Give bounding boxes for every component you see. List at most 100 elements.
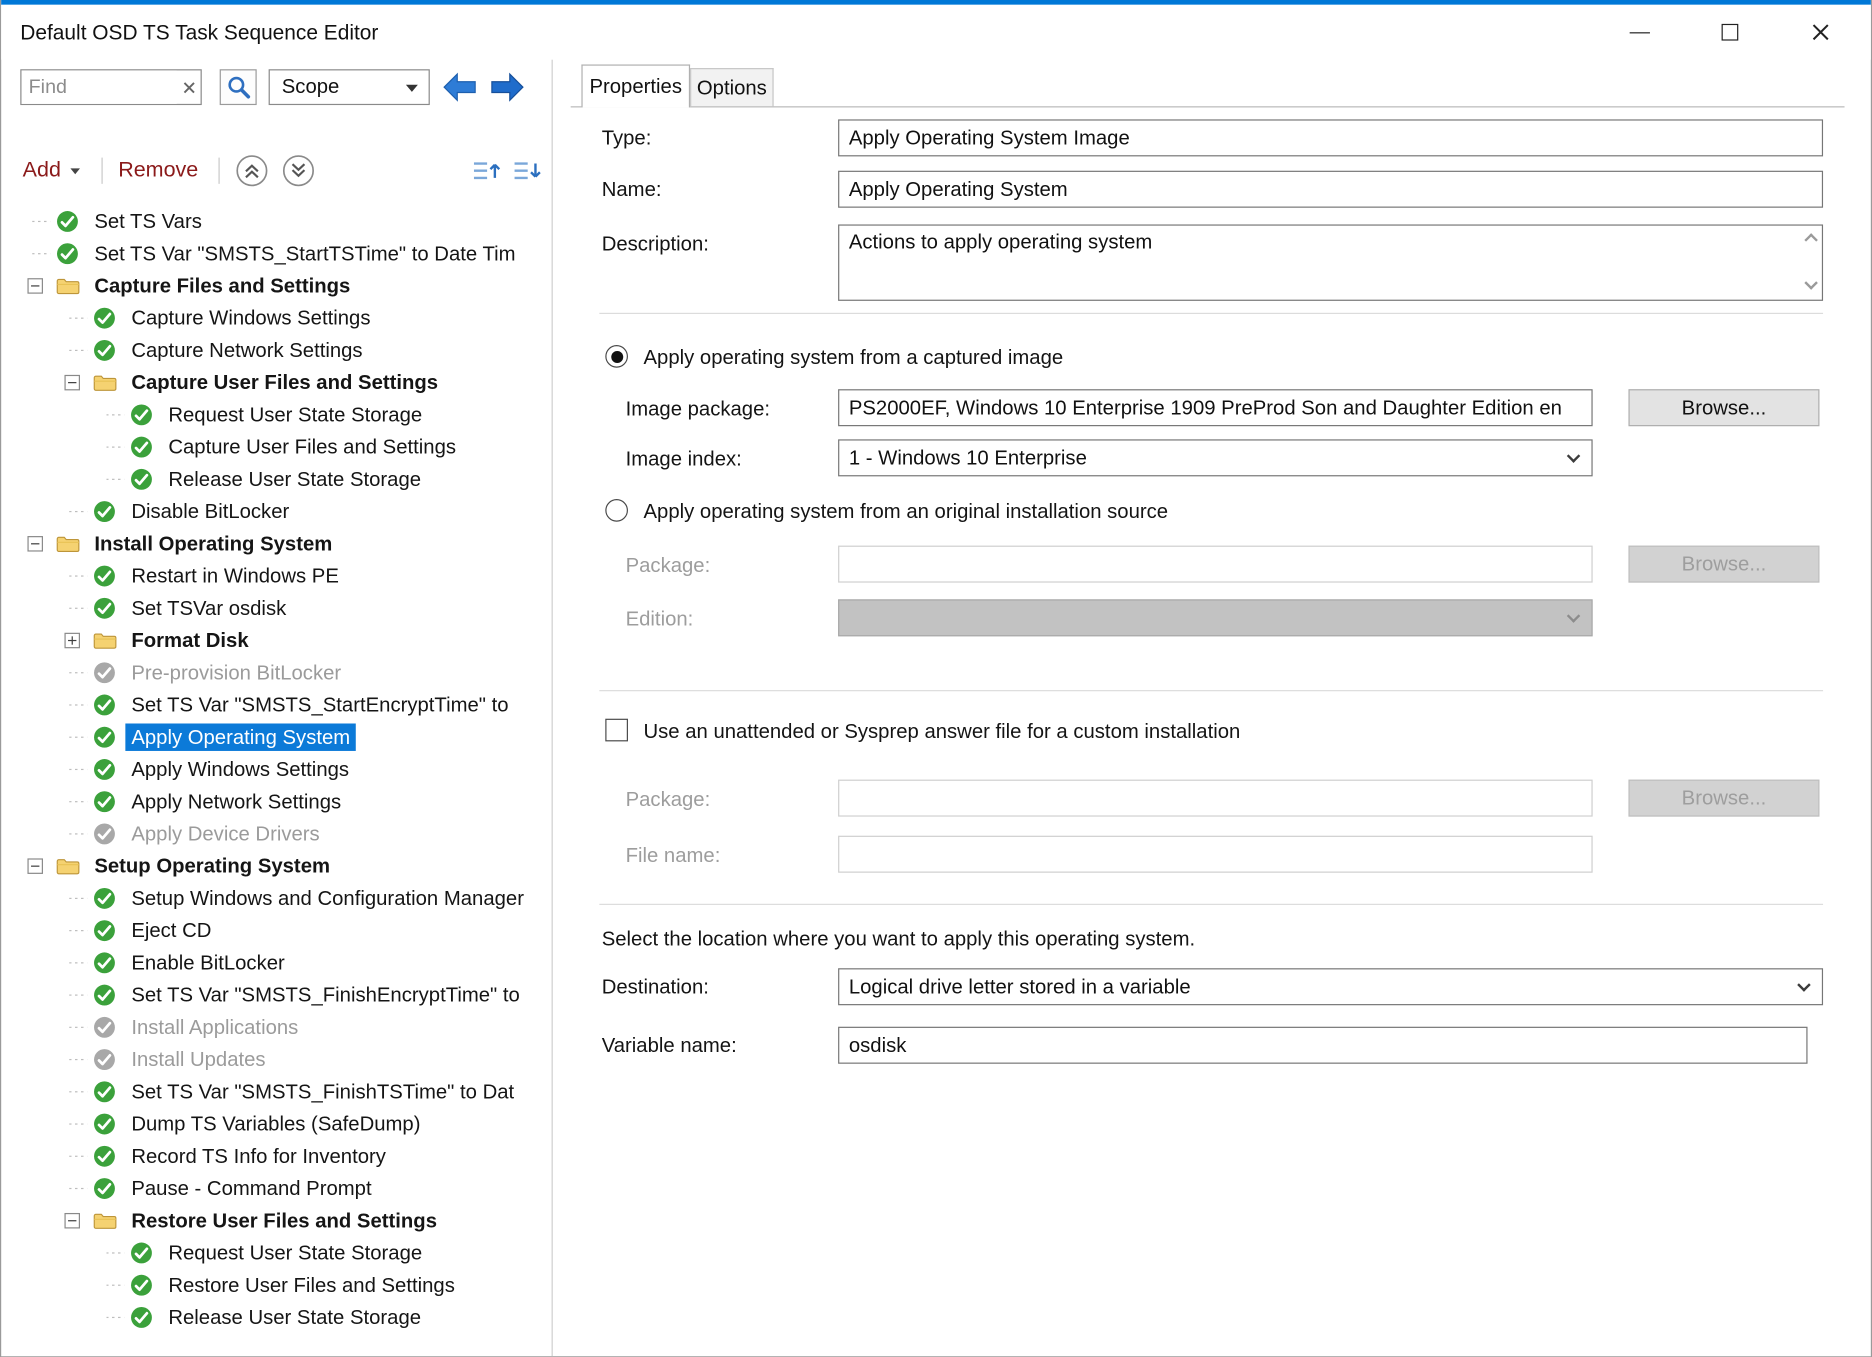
tree-step-row[interactable]: Request User State Storage <box>1 399 551 431</box>
clear-find-button[interactable] <box>177 70 201 103</box>
file-name-label: File name: <box>626 844 721 868</box>
tree-step-row[interactable]: Capture Windows Settings <box>1 302 551 334</box>
tree-step-row[interactable]: Restore User Files and Settings <box>1 1269 551 1301</box>
minimize-button[interactable] <box>1594 5 1685 60</box>
navigate-back-button[interactable] <box>442 72 478 103</box>
tree-step-row[interactable]: Set TSVar osdisk <box>1 592 551 624</box>
collapse-minus-icon[interactable] <box>64 1213 80 1229</box>
type-field[interactable] <box>838 119 1823 156</box>
find-input[interactable] <box>21 70 176 103</box>
tree-item-label: Setup Windows and Configuration Manager <box>125 885 530 912</box>
tree-step-row[interactable]: Set TS Var "SMSTS_FinishTSTime" to Dat <box>1 1076 551 1108</box>
destination-dropdown[interactable]: Logical drive letter stored in a variabl… <box>838 968 1823 1005</box>
tree-step-row[interactable]: Release User State Storage <box>1 1301 551 1333</box>
tab-properties[interactable]: Properties <box>581 64 690 107</box>
folder-icon <box>93 371 117 395</box>
tree-step-row[interactable]: Apply Network Settings <box>1 786 551 818</box>
expand-plus-icon[interactable] <box>64 633 80 649</box>
tree-step-row[interactable]: Set TS Var "SMSTS_StartEncryptTime" to <box>1 689 551 721</box>
collapse-minus-icon[interactable] <box>27 858 43 874</box>
tree-step-row[interactable]: Release User State Storage <box>1 463 551 495</box>
move-step-up-button[interactable] <box>235 154 268 187</box>
tree-item-label: Enable BitLocker <box>125 949 290 976</box>
tree-step-row[interactable]: Apply Operating System <box>1 721 551 753</box>
tree-group-row[interactable]: Capture Files and Settings <box>1 270 551 302</box>
tree-step-row[interactable]: Record TS Info for Inventory <box>1 1140 551 1172</box>
tree-step-row[interactable]: Pause - Command Prompt <box>1 1172 551 1204</box>
check-disabled-icon <box>93 661 117 685</box>
check-icon <box>130 435 154 459</box>
check-icon <box>93 1112 117 1136</box>
check-disabled-icon <box>93 1048 117 1072</box>
name-field[interactable] <box>838 171 1823 208</box>
tree-step-row[interactable]: Setup Windows and Configuration Manager <box>1 882 551 914</box>
expander-slot <box>20 278 56 294</box>
tree-connector <box>57 672 93 674</box>
radio-original-source[interactable] <box>605 499 628 522</box>
collapse-minus-icon[interactable] <box>27 278 43 294</box>
tree-connector <box>20 221 56 223</box>
tree-step-row[interactable]: Capture Network Settings <box>1 334 551 366</box>
section-separator <box>599 313 1823 314</box>
tree-connector <box>57 607 93 609</box>
expand-all-groups-button[interactable] <box>511 156 542 185</box>
tree-group-row[interactable]: Install Operating System <box>1 528 551 560</box>
image-index-dropdown[interactable]: 1 - Windows 10 Enterprise <box>838 439 1593 476</box>
tree-connector <box>57 1123 93 1125</box>
maximize-button[interactable] <box>1685 5 1776 60</box>
destination-value: Logical drive letter stored in a variabl… <box>849 975 1191 999</box>
tab-options[interactable]: Options <box>690 68 774 106</box>
tree-item-label: Release User State Storage <box>162 1304 427 1331</box>
tree-step-row[interactable]: Install Updates <box>1 1043 551 1075</box>
name-label: Name: <box>602 178 662 202</box>
tree-step-row[interactable]: Set TS Var "SMSTS_StartTSTime" to Date T… <box>1 238 551 270</box>
tree-step-row[interactable]: Disable BitLocker <box>1 495 551 527</box>
tree-step-row[interactable]: Apply Device Drivers <box>1 818 551 850</box>
tree-group-row[interactable]: Restore User Files and Settings <box>1 1205 551 1237</box>
tree-item-label: Pre-provision BitLocker <box>125 659 347 686</box>
close-icon <box>1811 23 1830 42</box>
tree-step-row[interactable]: Eject CD <box>1 915 551 947</box>
tree-connector <box>94 446 130 448</box>
folder-icon <box>93 1209 117 1233</box>
navigate-forward-button[interactable] <box>489 72 525 103</box>
tree-step-row[interactable]: Apply Windows Settings <box>1 753 551 785</box>
description-field[interactable]: Actions to apply operating system <box>838 224 1823 300</box>
search-button[interactable] <box>220 69 257 105</box>
tree-group-row[interactable]: Capture User Files and Settings <box>1 367 551 399</box>
tree-step-row[interactable]: Capture User Files and Settings <box>1 431 551 463</box>
move-step-down-button[interactable] <box>282 154 315 187</box>
scope-dropdown[interactable]: Scope <box>269 69 430 105</box>
remove-button[interactable]: Remove <box>118 158 198 183</box>
collapse-minus-icon[interactable] <box>27 536 43 552</box>
tree-step-row[interactable]: Restart in Windows PE <box>1 560 551 592</box>
tree-group-row[interactable]: Format Disk <box>1 624 551 656</box>
check-icon <box>93 693 117 717</box>
tree-step-row[interactable]: Pre-provision BitLocker <box>1 657 551 689</box>
tree-step-row[interactable]: Set TS Var "SMSTS_FinishEncryptTime" to <box>1 979 551 1011</box>
check-icon <box>93 725 117 749</box>
location-instruction-text: Select the location where you want to ap… <box>602 928 1195 952</box>
toolbar-separator <box>101 158 102 184</box>
close-button[interactable] <box>1775 5 1866 60</box>
variable-name-field[interactable] <box>838 1027 1807 1064</box>
browse-image-package-button[interactable]: Browse... <box>1628 389 1819 426</box>
collapse-all-groups-button[interactable] <box>470 156 501 185</box>
add-button[interactable]: Add <box>23 158 61 183</box>
tree-step-row[interactable]: Install Applications <box>1 1011 551 1043</box>
radio-captured-image[interactable] <box>605 345 628 368</box>
tree-step-row[interactable]: Request User State Storage <box>1 1237 551 1269</box>
tree-step-row[interactable]: Dump TS Variables (SafeDump) <box>1 1108 551 1140</box>
tree-step-row[interactable]: Enable BitLocker <box>1 947 551 979</box>
check-disabled-icon <box>93 1015 117 1039</box>
description-field-wrap: Actions to apply operating system <box>838 224 1823 300</box>
arrow-down-icon <box>531 164 540 177</box>
tree-item-label: Set TS Var "SMSTS_FinishEncryptTime" to <box>125 981 525 1008</box>
unattend-checkbox[interactable] <box>605 719 628 742</box>
maximize-icon <box>1722 24 1739 41</box>
tree-step-row[interactable]: Set TS Vars <box>1 205 551 237</box>
tree-group-row[interactable]: Setup Operating System <box>1 850 551 882</box>
edition-dropdown <box>838 599 1593 636</box>
collapse-minus-icon[interactable] <box>64 375 80 391</box>
image-package-field[interactable] <box>838 389 1593 426</box>
